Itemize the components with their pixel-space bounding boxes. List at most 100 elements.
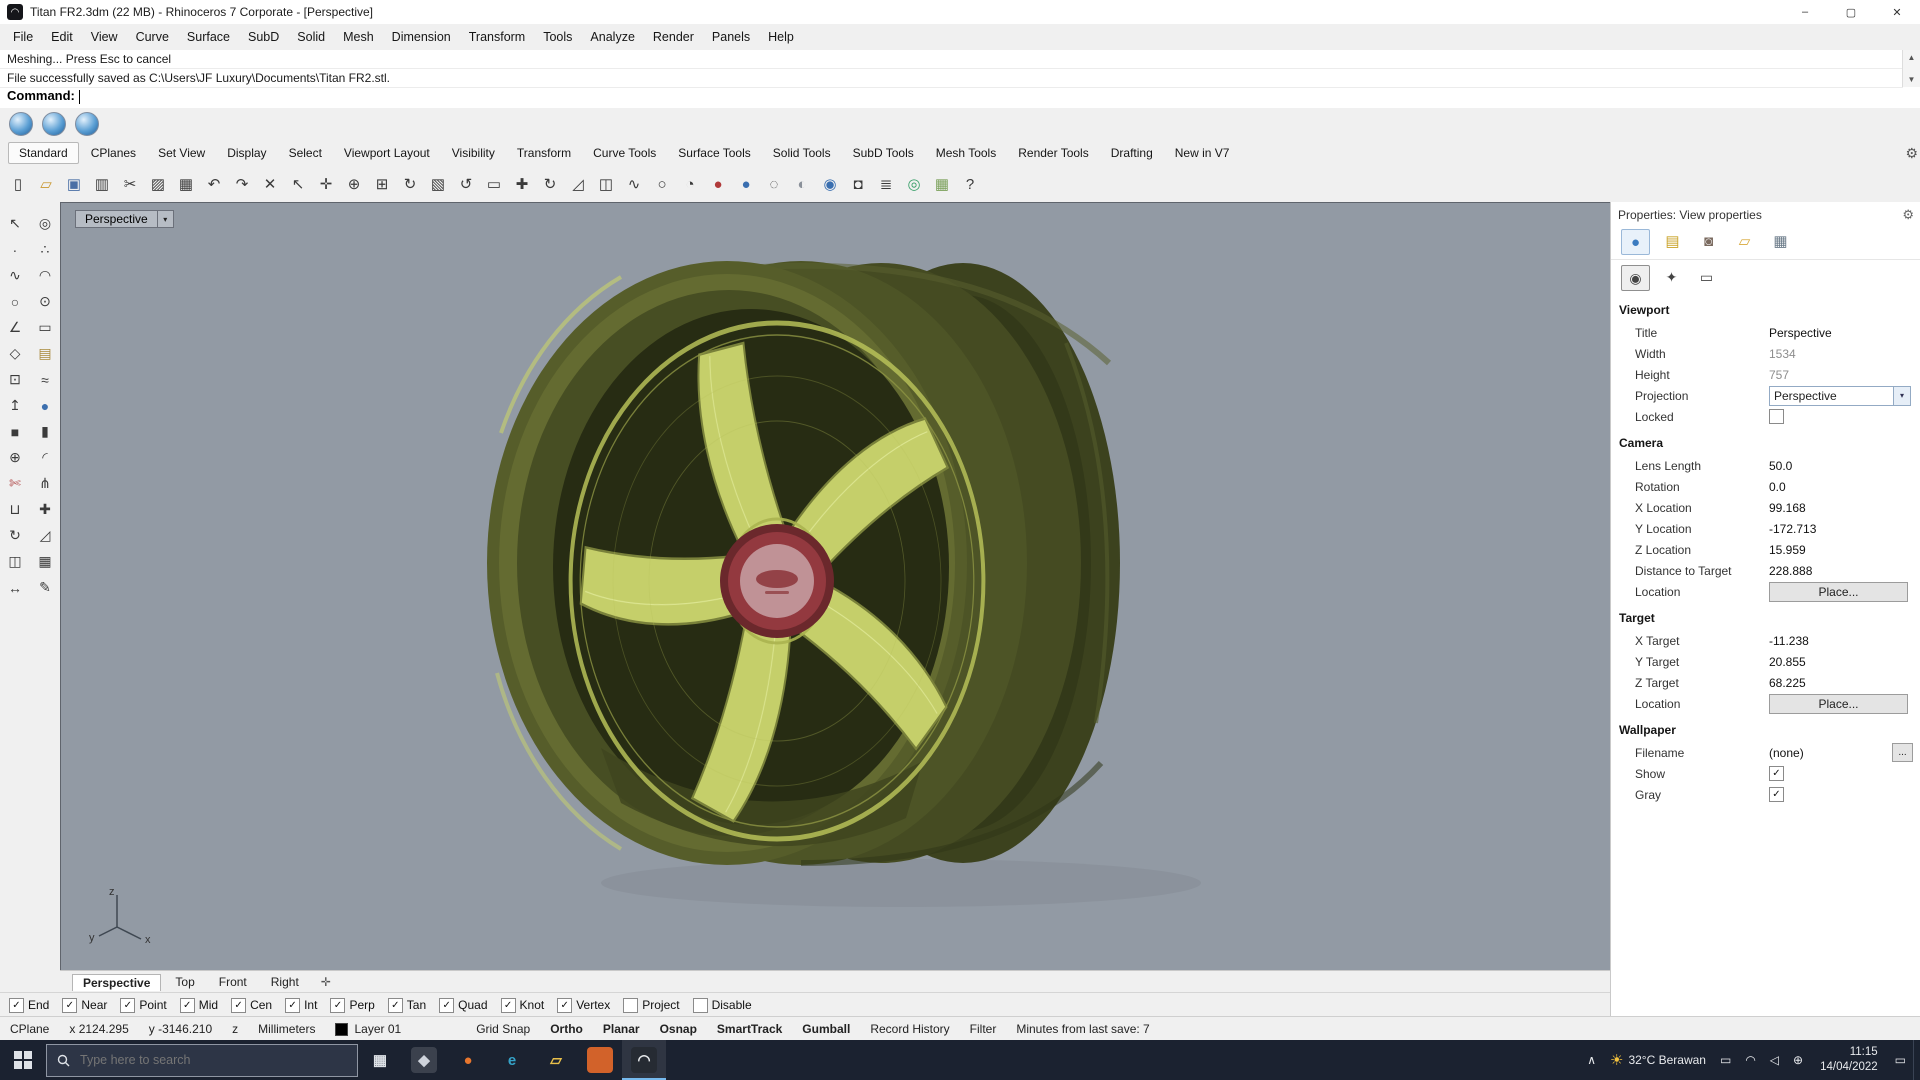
- add-viewport-tab-icon[interactable]: ✛: [321, 975, 331, 989]
- task-view-icon[interactable]: ▦: [358, 1040, 402, 1080]
- minimize-button[interactable]: –: [1782, 0, 1828, 24]
- layers-tab-icon[interactable]: ▤: [1659, 229, 1686, 253]
- perspective-viewport[interactable]: Perspective ▾ z x y: [60, 202, 1612, 972]
- menu-item[interactable]: Help: [759, 24, 803, 50]
- arc-icon[interactable]: ◠: [32, 264, 58, 287]
- checkbox[interactable]: [557, 997, 573, 1013]
- plane-icon[interactable]: ⊡: [2, 368, 28, 391]
- z-target-field[interactable]: 68.225: [1769, 676, 1920, 690]
- toolbar-tab[interactable]: Surface Tools: [668, 143, 761, 163]
- checkbox[interactable]: [9, 997, 24, 1013]
- save-icon[interactable]: ▣: [61, 171, 87, 197]
- menu-item[interactable]: Analyze: [581, 24, 643, 50]
- viewport-tab[interactable]: Front: [209, 974, 257, 990]
- wallpaper-filename-field[interactable]: (none): [1769, 746, 1892, 760]
- zoom-icon[interactable]: ⊕: [341, 171, 367, 197]
- toolbar-options-gear-icon[interactable]: ⚙: [1905, 145, 1918, 162]
- checkbox[interactable]: [120, 997, 136, 1013]
- status-toggle[interactable]: Minutes from last save: 7: [1006, 1022, 1159, 1036]
- zoom-extents-icon[interactable]: ⊞: [369, 171, 395, 197]
- toolbar-tab[interactable]: Display: [217, 143, 276, 163]
- rotate-icon[interactable]: ↻: [537, 171, 563, 197]
- checkbox[interactable]: [179, 997, 195, 1013]
- viewport-tab[interactable]: Perspective: [72, 973, 162, 991]
- projection-dropdown[interactable]: Perspective ▾: [1769, 385, 1911, 406]
- status-pane[interactable]: z: [222, 1022, 248, 1036]
- toolbar-tab[interactable]: Solid Tools: [763, 143, 841, 163]
- new-file-icon[interactable]: ▯: [5, 171, 31, 197]
- camera-place-button[interactable]: Place...: [1769, 581, 1908, 602]
- render-preview-icon[interactable]: [75, 112, 99, 136]
- select-icon[interactable]: ↖: [285, 171, 311, 197]
- trim-icon[interactable]: ✄: [2, 472, 28, 495]
- start-button[interactable]: [0, 1040, 46, 1080]
- join-icon[interactable]: ⊔: [2, 498, 28, 521]
- status-pane[interactable]: y -3146.210: [139, 1022, 222, 1036]
- ghosted-sphere-icon[interactable]: ◐: [789, 171, 815, 197]
- status-toggle[interactable]: Ortho: [540, 1022, 593, 1036]
- box-icon[interactable]: ■: [2, 420, 28, 443]
- maximize-button[interactable]: ▢: [1828, 0, 1874, 24]
- gray-checkbox[interactable]: [1769, 787, 1784, 802]
- osnap-toggle[interactable]: Knot: [500, 997, 544, 1013]
- grid-snap-icon[interactable]: ▦: [929, 171, 955, 197]
- distance-to-target-field[interactable]: 228.888: [1769, 564, 1920, 578]
- menu-item[interactable]: Tools: [534, 24, 581, 50]
- menu-item[interactable]: SubD: [239, 24, 288, 50]
- menu-item[interactable]: Render: [644, 24, 703, 50]
- status-toggle[interactable]: Record History: [860, 1022, 959, 1036]
- rotate-icon[interactable]: ↻: [2, 524, 28, 547]
- toolbar-tab[interactable]: Render Tools: [1008, 143, 1099, 163]
- toolbar-tab[interactable]: Visibility: [442, 143, 505, 163]
- open-file-icon[interactable]: ▱: [33, 171, 59, 197]
- redo-icon[interactable]: ↷: [229, 171, 255, 197]
- circle-icon[interactable]: ○: [649, 171, 675, 197]
- checkbox[interactable]: [62, 997, 78, 1013]
- scroll-down-icon[interactable]: ▼: [1903, 72, 1920, 87]
- weather-widget[interactable]: ☀ 32°C Berawan: [1603, 1051, 1713, 1069]
- checkbox[interactable]: [231, 997, 247, 1013]
- toolbar-tab[interactable]: CPlanes: [81, 143, 146, 163]
- boolean-icon[interactable]: ⊕: [2, 446, 28, 469]
- rotate-view-icon[interactable]: ↻: [397, 171, 423, 197]
- menu-item[interactable]: Panels: [703, 24, 759, 50]
- y-target-field[interactable]: 20.855: [1769, 655, 1920, 669]
- point-cloud-icon[interactable]: ∴: [32, 238, 58, 261]
- menu-item[interactable]: View: [82, 24, 127, 50]
- render-icon[interactable]: [9, 112, 33, 136]
- menu-item[interactable]: Transform: [460, 24, 535, 50]
- scroll-up-icon[interactable]: ▲: [1903, 50, 1920, 65]
- menu-item[interactable]: Surface: [178, 24, 239, 50]
- curve-icon[interactable]: ∿: [621, 171, 647, 197]
- status-toggle[interactable]: Osnap: [650, 1022, 707, 1036]
- x-location-field[interactable]: 99.168: [1769, 501, 1920, 515]
- zoom-window-icon[interactable]: ▧: [425, 171, 451, 197]
- osnap-toggle[interactable]: Quad: [439, 997, 488, 1013]
- properties-tab-icon[interactable]: ●: [1621, 229, 1650, 255]
- toolbar-tab[interactable]: Transform: [507, 143, 581, 163]
- extrude-icon[interactable]: ↥: [2, 394, 28, 417]
- network-tray-icon[interactable]: ◠: [1738, 1053, 1762, 1067]
- scale-icon[interactable]: ◿: [32, 524, 58, 547]
- menu-item[interactable]: Mesh: [334, 24, 383, 50]
- delete-icon[interactable]: ✕: [257, 171, 283, 197]
- checkbox[interactable]: [285, 997, 301, 1013]
- menu-item[interactable]: Solid: [288, 24, 334, 50]
- status-pane[interactable]: CPlane: [0, 1022, 59, 1036]
- render-in-window-icon[interactable]: [42, 112, 66, 136]
- toolbar-tab[interactable]: Curve Tools: [583, 143, 666, 163]
- cut-icon[interactable]: ✂: [117, 171, 143, 197]
- toolbar-tab[interactable]: Drafting: [1101, 143, 1163, 163]
- viewport-tab[interactable]: Right: [261, 974, 309, 990]
- osnap-toggle[interactable]: Project: [623, 997, 680, 1013]
- ellipse-icon[interactable]: ⊙: [32, 290, 58, 313]
- annotate-icon[interactable]: ✎: [32, 576, 58, 599]
- rotation-field[interactable]: 0.0: [1769, 480, 1920, 494]
- osnap-toggle[interactable]: Int: [285, 997, 317, 1013]
- language-tray-icon[interactable]: ⊕: [1786, 1053, 1810, 1067]
- mirror-icon[interactable]: ◫: [2, 550, 28, 573]
- pinned-app-icon[interactable]: ◆: [402, 1040, 446, 1080]
- layers-icon[interactable]: ≣: [873, 171, 899, 197]
- osnap-toggle[interactable]: Point: [120, 997, 167, 1013]
- surface-icon[interactable]: ▤: [32, 342, 58, 365]
